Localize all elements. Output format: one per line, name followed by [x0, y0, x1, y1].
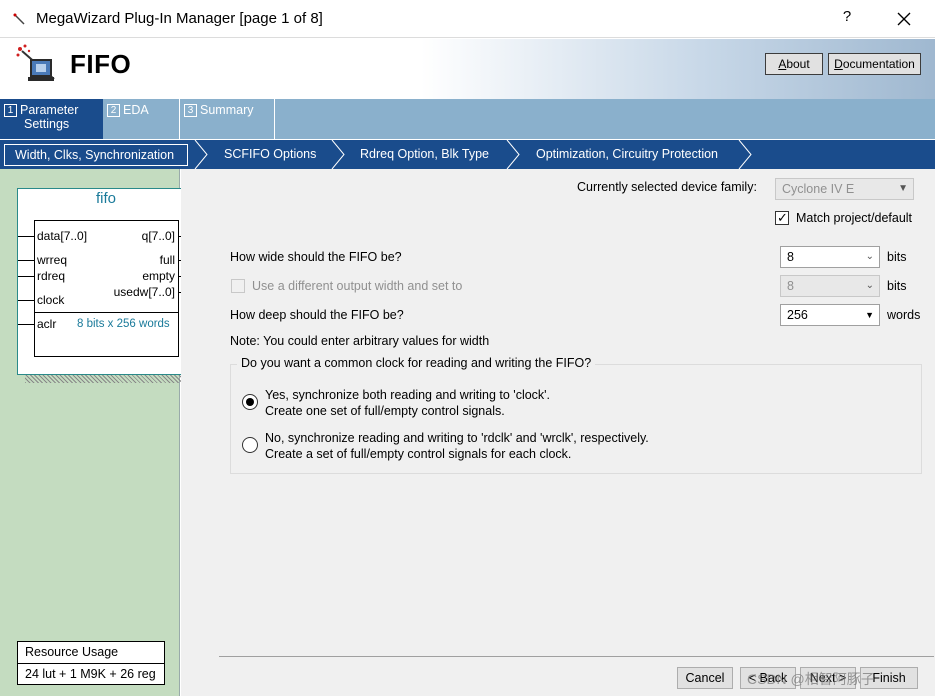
clock-group-label: Do you want a common clock for reading a… — [237, 356, 596, 370]
match-project-label: Match project/default — [796, 211, 913, 225]
symbol-info: 8 bits x 256 words — [77, 318, 170, 330]
documentation-button[interactable]: Documentation — [828, 53, 921, 75]
step-number: 2 — [107, 104, 120, 117]
device-family-select[interactable]: Cyclone IV E ▼ — [775, 178, 914, 200]
width-label: How wide should the FIFO be? — [230, 250, 402, 264]
settings-panel: Currently selected device family: Cyclon… — [181, 169, 935, 696]
common-clock-line1: Yes, synchronize both reading and writin… — [265, 388, 551, 402]
chevron-right-icon — [331, 140, 345, 169]
megawizard-logo-icon — [16, 44, 55, 81]
help-button[interactable]: ? — [840, 8, 854, 25]
cancel-button[interactable]: Cancel — [677, 667, 733, 689]
common-clock-line2: Create one set of full/empty control sig… — [265, 404, 505, 418]
diff-width-label: Use a different output width and set to — [252, 279, 463, 293]
tab-eda[interactable]: 2 EDA — [103, 99, 179, 139]
header-banner: FIFO About Documentation — [0, 39, 935, 99]
subtab-rdreq-option[interactable]: Rdreq Option, Blk Type — [360, 140, 489, 169]
step-label: Parameter — [20, 103, 79, 117]
subtab-bar: Width, Clks, Synchronization SCFIFO Opti… — [0, 139, 935, 169]
checkmark-icon: ✓ — [777, 210, 788, 225]
pin-empty: empty — [142, 269, 175, 283]
pin-line — [18, 324, 34, 325]
width-note: Note: You could enter arbitrary values f… — [230, 334, 490, 348]
wand-icon — [13, 13, 25, 25]
chevron-right-icon — [506, 140, 520, 169]
depth-label: How deep should the FIFO be? — [230, 308, 404, 322]
pin-line — [18, 300, 34, 301]
documentation-button-label: ocumentation — [842, 57, 915, 71]
symbol-panel: fifo data[7..0] wrreq rdreq clock aclr q… — [0, 169, 203, 696]
resource-usage-title: Resource Usage — [25, 645, 119, 659]
pin-clock: clock — [37, 293, 65, 307]
chevron-right-icon — [194, 140, 208, 169]
width-value: 8 — [787, 250, 794, 264]
pin-aclr: aclr — [37, 317, 57, 331]
device-family-label: Currently selected device family: — [577, 180, 757, 194]
about-button[interactable]: About — [765, 53, 823, 75]
step-tabs: 1 Parameter Settings 2 EDA 3 Summary — [0, 99, 935, 139]
radio-selected-dot — [246, 398, 254, 406]
step-number: 3 — [184, 104, 197, 117]
fifo-symbol: fifo data[7..0] wrreq rdreq clock aclr q… — [17, 188, 195, 375]
close-icon[interactable] — [892, 8, 916, 30]
subtab-width-clks-sync[interactable]: Width, Clks, Synchronization — [4, 144, 188, 166]
radio-common-clock[interactable] — [242, 394, 258, 410]
symbol-divider — [34, 312, 179, 313]
pin-rdreq: rdreq — [37, 269, 66, 283]
pin-usedw: usedw[7..0] — [113, 285, 175, 299]
pin-line — [18, 236, 34, 237]
watermark: CSDN @相智阿豚子 — [747, 671, 875, 687]
step-number: 1 — [4, 104, 17, 117]
tab-parameter-settings[interactable]: 1 Parameter Settings — [0, 99, 103, 139]
pin-line — [18, 260, 34, 261]
subtab-optimization[interactable]: Optimization, Circuitry Protection — [536, 140, 718, 169]
output-width-value: 8 — [787, 279, 794, 293]
chevron-right-icon — [738, 140, 752, 169]
chevron-down-icon: ▼ — [898, 183, 908, 194]
depth-select[interactable]: 256 ▼ — [780, 304, 880, 326]
depth-value: 256 — [787, 308, 808, 322]
device-family-value: Cyclone IV E — [782, 182, 855, 196]
chevron-down-icon: ⌄ — [865, 280, 874, 291]
footer-separator — [219, 656, 934, 657]
step-label: Summary — [200, 103, 254, 117]
clock-groupbox: Do you want a common clock for reading a… — [230, 356, 922, 474]
window-title: MegaWizard Plug-In Manager [page 1 of 8] — [36, 10, 323, 27]
depth-unit: words — [887, 308, 921, 322]
triangle-down-icon: ▼ — [865, 310, 874, 320]
pin-full: full — [159, 253, 175, 267]
title-bar: MegaWizard Plug-In Manager [page 1 of 8]… — [0, 0, 935, 38]
symbol-name: fifo — [95, 190, 116, 207]
resource-usage-box: Resource Usage 24 lut + 1 M9K + 26 reg — [17, 641, 165, 685]
diff-width-checkbox[interactable] — [231, 279, 245, 293]
output-width-unit: bits — [887, 279, 907, 293]
separate-clocks-line1: No, synchronize reading and writing to '… — [265, 431, 649, 445]
pin-data: data[7..0] — [37, 229, 88, 243]
pin-q: q[7..0] — [141, 229, 175, 243]
chevron-down-icon: ⌄ — [865, 251, 874, 262]
width-select[interactable]: 8 ⌄ — [780, 246, 880, 268]
step-label: EDA — [123, 103, 149, 117]
match-project-checkbox[interactable]: ✓ — [775, 210, 789, 225]
about-button-label: bout — [786, 57, 810, 71]
resource-usage-value: 24 lut + 1 M9K + 26 reg — [18, 663, 164, 684]
documentation-button-mnemonic: D — [834, 57, 843, 71]
radio-separate-clocks[interactable] — [242, 437, 258, 453]
subtab-scfifo-options[interactable]: SCFIFO Options — [224, 140, 316, 169]
separate-clocks-line2: Create a set of full/empty control signa… — [265, 447, 572, 461]
width-unit: bits — [887, 250, 907, 264]
output-width-select[interactable]: 8 ⌄ — [780, 275, 880, 297]
step-label-line2: Settings — [24, 117, 70, 131]
pin-wrreq: wrreq — [37, 253, 68, 267]
tab-summary[interactable]: 3 Summary — [179, 99, 275, 139]
page-heading: FIFO — [70, 49, 132, 79]
pin-line — [18, 276, 34, 277]
